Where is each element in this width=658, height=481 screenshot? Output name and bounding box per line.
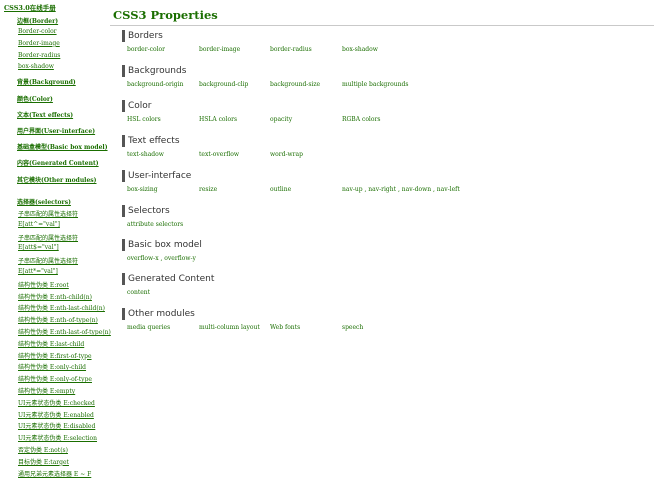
property-link[interactable]: background-origin	[127, 81, 183, 88]
property-section: Basic box model overflow-x , overflow-y	[122, 239, 654, 265]
property-link[interactable]: HSL colors	[127, 116, 161, 123]
property-link[interactable]: attribute selectors	[127, 221, 183, 228]
property-section: Generated Content content	[122, 273, 654, 299]
sidebar-item-link[interactable]: 子串匹配的属性选择符	[18, 209, 78, 218]
section-heading: Basic box model	[122, 239, 654, 251]
property-link[interactable]: resize	[199, 186, 217, 193]
sidebar-item-link[interactable]: Border-image	[18, 40, 60, 47]
property-link[interactable]: border-color	[127, 46, 165, 53]
section-heading: Backgrounds	[122, 65, 654, 77]
property-list: background-origin background-clip backgrou…	[122, 81, 654, 91]
sidebar-item-link[interactable]: 结构性伪类 E:first-of-type	[18, 351, 92, 360]
property-section: Backgrounds background-origin background-c…	[122, 65, 654, 91]
property-link[interactable]: multi-column layout	[199, 324, 260, 331]
section-heading: Text effects	[122, 135, 654, 147]
sidebar-group-link[interactable]: 其它模块(Other modules)	[17, 175, 97, 184]
property-link[interactable]: box-sizing	[127, 186, 158, 193]
section-heading: User-interface	[122, 170, 654, 182]
property-link[interactable]: word-wrap	[270, 151, 303, 158]
sidebar-item-link[interactable]: 通用兄弟元素选择器 E ~ F	[18, 469, 91, 478]
sidebar-item-link[interactable]: 否定伪类 E:not(s)	[18, 445, 68, 454]
sidebar-group-link[interactable]: 边框(Border)	[17, 16, 58, 25]
property-link[interactable]: border-radius	[270, 46, 312, 53]
sidebar-item-link[interactable]: E[att^="val"]	[18, 221, 60, 228]
property-link[interactable]: multiple backgrounds	[342, 81, 408, 88]
property-list: content	[122, 289, 654, 299]
sidebar-group-link[interactable]: 颜色(Color)	[17, 94, 53, 103]
property-section: Selectors attribute selectors	[122, 205, 654, 231]
sidebar: CSS3.0在线手册 边框(Border) Border-color Border-…	[0, 0, 111, 481]
section-heading: Color	[122, 100, 654, 112]
title-divider	[110, 25, 654, 26]
property-link[interactable]: background-size	[270, 81, 320, 88]
sidebar-item-link[interactable]: E[att*="val"]	[18, 268, 58, 275]
sidebar-item-link[interactable]: 子串匹配的属性选择符	[18, 233, 78, 242]
property-section: Text effects text-shadow text-overflow word…	[122, 135, 654, 161]
property-list: text-shadow text-overflow word-wrap	[122, 151, 654, 161]
section-heading: Borders	[122, 30, 654, 42]
sidebar-item-link[interactable]: UI元素状态伪类 E:checked	[18, 398, 95, 407]
section-heading: Generated Content	[122, 273, 654, 285]
property-link[interactable]: background-clip	[199, 81, 248, 88]
property-link[interactable]: media queries	[127, 324, 170, 331]
sidebar-item-link[interactable]: 结构性伪类 E:nth-last-of-type(n)	[18, 327, 111, 336]
property-link[interactable]: content	[127, 289, 150, 296]
property-list: box-sizing resize outline nav-up , nav-righ…	[122, 186, 654, 196]
sidebar-group-link[interactable]: 背景(Background)	[17, 77, 76, 86]
property-link[interactable]: nav-up , nav-right , nav-down , nav-left	[342, 186, 460, 193]
property-list: overflow-x , overflow-y	[122, 255, 654, 265]
property-list: media queries multi-column layout Web font…	[122, 324, 654, 334]
sidebar-item-link[interactable]: UI元素状态伪类 E:selection	[18, 433, 97, 442]
sidebar-group-link[interactable]: 用户界面(User-interface)	[17, 126, 95, 135]
sidebar-item-link[interactable]: 结构性伪类 E:last-child	[18, 339, 84, 348]
sidebar-group-link[interactable]: 选择器(selectors)	[17, 197, 71, 206]
property-link[interactable]: HSLA colors	[199, 116, 237, 123]
main-content: CSS3 Properties Borders border-color borde…	[110, 0, 654, 481]
property-link[interactable]: border-image	[199, 46, 240, 53]
property-link[interactable]: overflow-x , overflow-y	[127, 255, 196, 262]
property-link[interactable]: text-shadow	[127, 151, 164, 158]
sidebar-item-link[interactable]: 结构性伪类 E:nth-of-type(n)	[18, 315, 98, 324]
property-link[interactable]: outline	[270, 186, 291, 193]
sidebar-item-link[interactable]: 结构性伪类 E:nth-last-child(n)	[18, 303, 105, 312]
sidebar-item-link[interactable]: UI元素状态伪类 E:disabled	[18, 421, 95, 430]
sidebar-group-link[interactable]: 基础盒模型(Basic box model)	[17, 142, 108, 151]
sidebar-group-link[interactable]: 内容(Generated Content)	[17, 158, 99, 167]
property-link[interactable]: speech	[342, 324, 363, 331]
property-section: Borders border-color border-image border-ra…	[122, 30, 654, 56]
sidebar-item-link[interactable]: 子串匹配的属性选择符	[18, 256, 78, 265]
sidebar-item-link[interactable]: 结构性伪类 E:only-of-type	[18, 374, 92, 383]
property-link[interactable]: opacity	[270, 116, 292, 123]
sidebar-group-link[interactable]: 文本(Text effects)	[17, 110, 73, 119]
property-link[interactable]: RGBA colors	[342, 116, 380, 123]
sidebar-item-link[interactable]: 结构性伪类 E:root	[18, 280, 69, 289]
property-list: HSL colors HSLA colors opacity RGBA colors	[122, 116, 654, 126]
sidebar-item-link[interactable]: UI元素状态伪类 E:enabled	[18, 410, 94, 419]
property-list: border-color border-image border-radius box…	[122, 46, 654, 56]
property-section: Color HSL colors HSLA colors opacity RGBA co…	[122, 100, 654, 126]
section-heading: Other modules	[122, 308, 654, 320]
sidebar-item-link[interactable]: Border-radius	[18, 52, 60, 59]
sidebar-item-link[interactable]: E[att$="val"]	[18, 244, 59, 251]
property-section: User-interface box-sizing resize outline nav…	[122, 170, 654, 196]
property-link[interactable]: text-overflow	[199, 151, 239, 158]
property-link[interactable]: Web fonts	[270, 324, 300, 331]
property-link[interactable]: box-shadow	[342, 46, 378, 53]
property-section: Other modules media queries multi-column l…	[122, 308, 654, 334]
sidebar-item-link[interactable]: 结构性伪类 E:only-child	[18, 362, 86, 371]
page-title: CSS3 Properties	[113, 8, 218, 22]
sidebar-item-link[interactable]: 结构性伪类 E:nth-child(n)	[18, 292, 92, 301]
sidebar-item-link[interactable]: Border-color	[18, 28, 57, 35]
property-list: attribute selectors	[122, 221, 654, 231]
sidebar-item-link[interactable]: 结构性伪类 E:empty	[18, 386, 75, 395]
sidebar-item-link[interactable]: box-shadow	[18, 63, 54, 70]
sidebar-item-link[interactable]: 目标伪类 E:target	[18, 457, 69, 466]
section-heading: Selectors	[122, 205, 654, 217]
sidebar-title-link[interactable]: CSS3.0在线手册	[4, 2, 56, 12]
